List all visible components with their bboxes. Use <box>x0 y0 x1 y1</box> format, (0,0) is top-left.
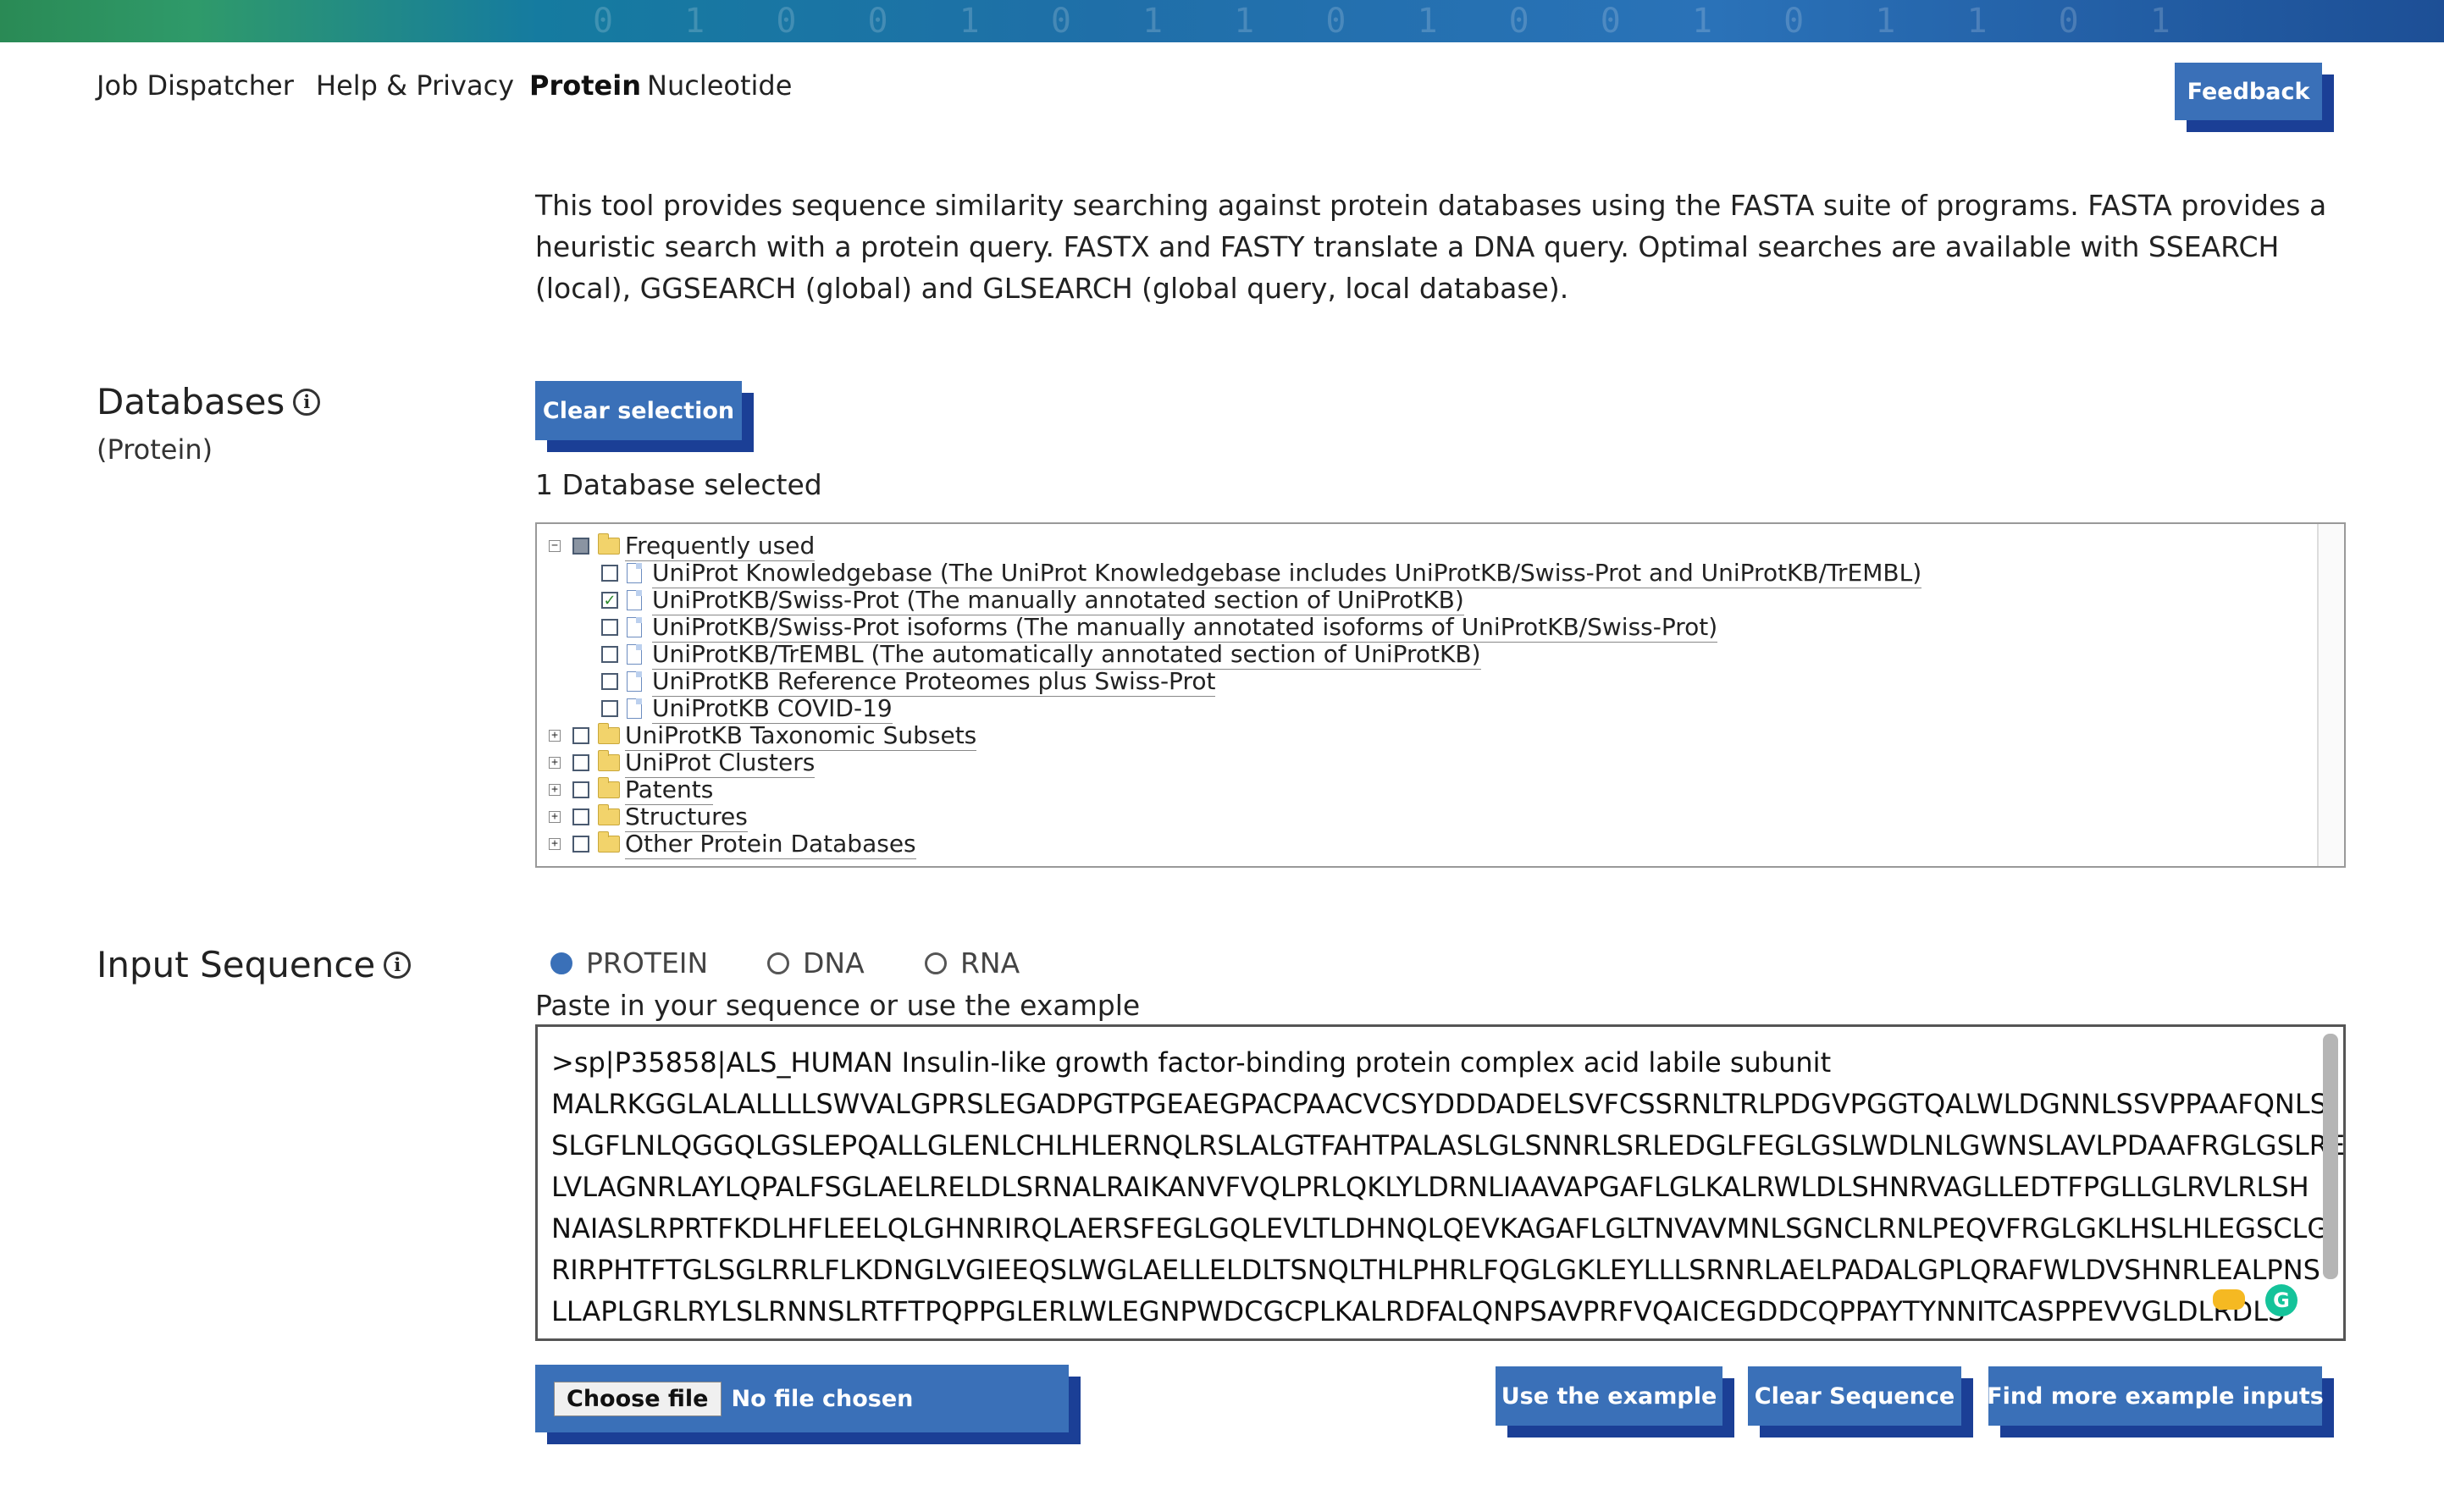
choose-file-button[interactable]: Choose file <box>554 1381 722 1416</box>
radio-icon[interactable] <box>925 952 947 974</box>
expand-icon[interactable]: + <box>549 730 561 742</box>
databases-title: Databases <box>97 381 285 422</box>
item-checkbox[interactable] <box>601 700 618 717</box>
radio-selected-icon[interactable] <box>550 952 572 974</box>
sequence-hint: Paste in your sequence or use the exampl… <box>535 989 1141 1022</box>
nav-help-privacy[interactable]: Help & Privacy <box>316 69 514 102</box>
folder-icon <box>598 831 620 853</box>
nav-nucleotide[interactable]: Nucleotide <box>647 69 792 102</box>
group-checkbox[interactable] <box>572 538 589 555</box>
document-icon <box>627 671 642 692</box>
expand-icon[interactable]: + <box>549 811 561 823</box>
group-checkbox[interactable] <box>572 781 589 798</box>
tree-scrollbar[interactable] <box>2317 524 2344 866</box>
tree-label[interactable]: UniProtKB Reference Proteomes plus Swiss… <box>652 667 1216 697</box>
input-sequence-heading: Input Sequence i <box>97 944 412 985</box>
expand-icon[interactable]: + <box>549 838 561 850</box>
group-checkbox[interactable] <box>572 808 589 825</box>
radio-label: PROTEIN <box>586 946 709 979</box>
radio-icon[interactable] <box>767 952 789 974</box>
radio-dna[interactable]: DNA <box>767 946 865 979</box>
tree-item[interactable]: UniProtKB Reference Proteomes plus Swiss… <box>601 667 1216 697</box>
databases-subtitle: (Protein) <box>97 433 213 466</box>
item-checkbox-checked[interactable]: ✓ <box>601 592 618 610</box>
nav-protein[interactable]: Protein <box>529 69 641 102</box>
clear-sequence-button[interactable]: Clear Sequence <box>1748 1366 1961 1426</box>
radio-label: RNA <box>960 946 1020 979</box>
tree-label[interactable]: Structures <box>625 803 748 832</box>
sequence-text[interactable]: >sp|P35858|ALS_HUMAN Insulin-like growth… <box>551 1042 2343 1333</box>
header-banner: 0 1 0 0 1 0 1 1 0 1 0 0 1 0 1 1 0 1 <box>0 0 2444 42</box>
tree-item[interactable]: UniProt Knowledgebase (The UniProt Knowl… <box>601 559 1922 588</box>
tree-group[interactable]: + Structures <box>549 803 748 832</box>
file-status: No file chosen <box>731 1385 914 1412</box>
tree-label[interactable]: Other Protein Databases <box>625 830 916 859</box>
file-upload[interactable]: Choose file No file chosen <box>535 1365 1069 1432</box>
tree-item[interactable]: UniProtKB/TrEMBL (The automatically anno… <box>601 640 1481 670</box>
tree-label[interactable]: UniProtKB Taxonomic Subsets <box>625 721 977 751</box>
use-example-button[interactable]: Use the example <box>1496 1366 1722 1426</box>
info-icon[interactable]: i <box>293 388 321 416</box>
database-tree: − Frequently used UniProt Knowledgebase … <box>535 522 2346 868</box>
group-checkbox[interactable] <box>572 836 589 853</box>
tree-group[interactable]: + UniProtKB Taxonomic Subsets <box>549 721 977 751</box>
item-checkbox[interactable] <box>601 673 618 690</box>
tree-label[interactable]: UniProt Knowledgebase (The UniProt Knowl… <box>652 559 1922 588</box>
document-icon <box>627 590 642 610</box>
clear-selection-button[interactable]: Clear selection <box>535 381 742 440</box>
document-icon <box>627 617 642 637</box>
folder-icon <box>598 804 620 825</box>
tree-label[interactable]: Frequently used <box>625 532 816 561</box>
radio-rna[interactable]: RNA <box>925 946 1020 979</box>
folder-icon <box>598 777 620 798</box>
tree-group[interactable]: + Other Protein Databases <box>549 830 916 859</box>
tree-group-frequently-used[interactable]: − Frequently used <box>549 532 816 561</box>
group-checkbox[interactable] <box>572 754 589 771</box>
find-more-examples-button[interactable]: Find more example inputs <box>1987 1366 2324 1426</box>
tool-description: This tool provides sequence similarity s… <box>535 189 2327 305</box>
tree-label[interactable]: UniProtKB/TrEMBL (The automatically anno… <box>652 640 1481 670</box>
info-icon[interactable]: i <box>384 951 412 979</box>
document-icon <box>627 698 642 719</box>
emoji-icon[interactable] <box>2213 1289 2245 1310</box>
radio-label: DNA <box>803 946 865 979</box>
folder-icon <box>598 533 620 555</box>
tree-group[interactable]: + UniProt Clusters <box>549 748 816 778</box>
grammarly-icon[interactable]: G <box>2265 1284 2297 1316</box>
expand-icon[interactable]: + <box>549 784 561 796</box>
banner-decoration: 0 1 0 0 1 0 1 1 0 1 0 0 1 0 1 1 0 1 <box>593 2 2196 41</box>
item-checkbox[interactable] <box>601 565 618 582</box>
tree-label[interactable]: Patents <box>625 775 714 805</box>
tree-group[interactable]: + Patents <box>549 775 714 805</box>
radio-protein[interactable]: PROTEIN <box>550 946 708 979</box>
input-sequence-title: Input Sequence <box>97 944 376 985</box>
databases-heading: Databases i <box>97 381 321 422</box>
tree-label[interactable]: UniProtKB COVID-19 <box>652 694 893 724</box>
sequence-textarea[interactable]: >sp|P35858|ALS_HUMAN Insulin-like growth… <box>535 1024 2346 1341</box>
expand-icon[interactable]: + <box>549 757 561 769</box>
tree-label[interactable]: UniProt Clusters <box>625 748 816 778</box>
tree-item[interactable]: UniProtKB COVID-19 <box>601 694 893 724</box>
item-checkbox[interactable] <box>601 646 618 663</box>
feedback-button[interactable]: Feedback <box>2175 63 2322 120</box>
group-checkbox[interactable] <box>572 727 589 744</box>
tree-label[interactable]: UniProtKB/Swiss-Prot isoforms (The manua… <box>652 613 1718 643</box>
collapse-icon[interactable]: − <box>549 540 561 552</box>
document-icon <box>627 563 642 583</box>
nav-job-dispatcher[interactable]: Job Dispatcher <box>97 69 294 102</box>
tree-label[interactable]: UniProtKB/Swiss-Prot (The manually annot… <box>652 586 1464 615</box>
folder-icon <box>598 750 620 771</box>
textarea-scrollbar[interactable] <box>2323 1034 2338 1279</box>
database-count: 1 Database selected <box>535 468 822 501</box>
item-checkbox[interactable] <box>601 619 618 636</box>
document-icon <box>627 644 642 665</box>
folder-icon <box>598 723 620 744</box>
tree-item[interactable]: UniProtKB/Swiss-Prot isoforms (The manua… <box>601 613 1718 643</box>
tree-item[interactable]: ✓ UniProtKB/Swiss-Prot (The manually ann… <box>601 586 1464 615</box>
